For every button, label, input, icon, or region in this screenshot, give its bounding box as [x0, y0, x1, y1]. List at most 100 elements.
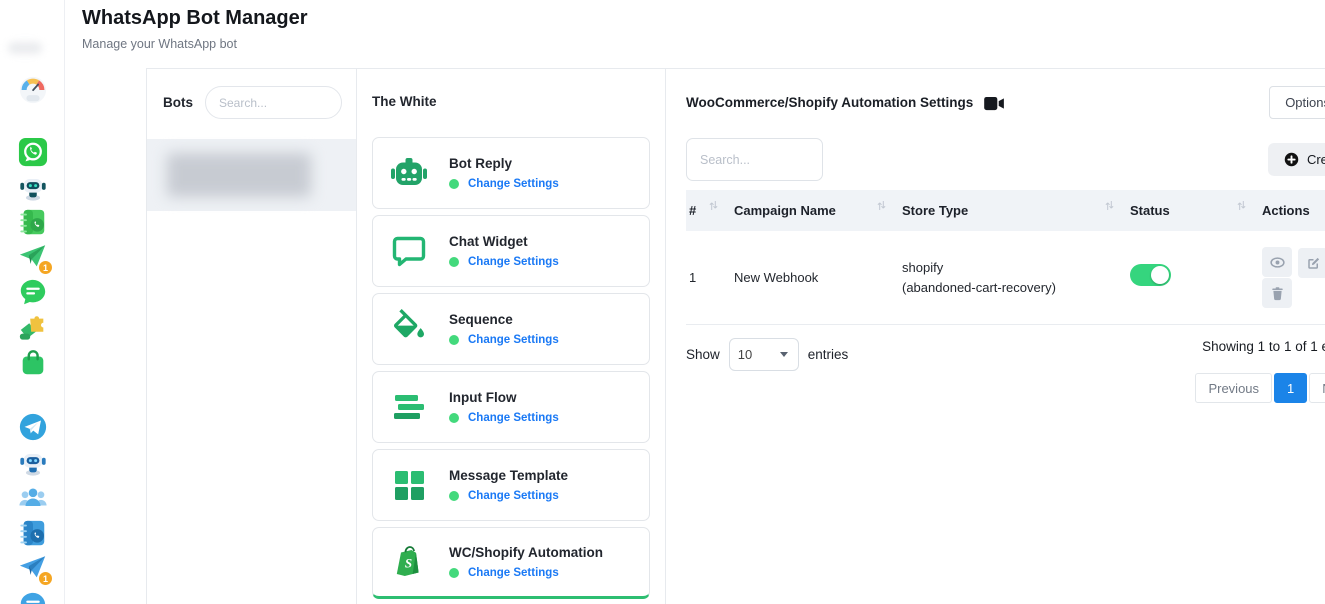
- change-settings-link[interactable]: Change Settings: [468, 490, 559, 502]
- sort-icon[interactable]: [1237, 199, 1246, 214]
- chat-bubble-blue-icon[interactable]: [18, 590, 48, 604]
- shopify-icon: S: [389, 542, 429, 582]
- bot-menu-card-message-template[interactable]: Message Template Change Settings: [372, 449, 650, 521]
- entries-info: Showing 1 to 1 of 1 entries: [1195, 339, 1325, 354]
- page-1-button[interactable]: 1: [1274, 373, 1307, 403]
- cell-actions: [1254, 231, 1325, 325]
- menu-card-title: WC/Shopify Automation: [449, 545, 603, 560]
- edit-button[interactable]: [1298, 248, 1325, 278]
- toggle-knob: [1151, 266, 1169, 284]
- contacts-book-green-icon[interactable]: [18, 207, 48, 237]
- cell-status: [1122, 231, 1254, 325]
- blurred-bot-name: [167, 153, 311, 197]
- table-row: 1New Webhookshopify(abandoned-cart-recov…: [686, 231, 1325, 325]
- campaign-search-input[interactable]: [686, 138, 823, 181]
- change-settings-link[interactable]: Change Settings: [468, 178, 559, 190]
- notification-badge: 1: [38, 571, 53, 586]
- next-page-button[interactable]: Next: [1309, 373, 1325, 403]
- column-header-status[interactable]: Status: [1122, 190, 1254, 231]
- menu-card-title: Bot Reply: [449, 156, 559, 171]
- page-subtitle: Manage your WhatsApp bot: [82, 37, 1325, 51]
- bots-search-input[interactable]: [205, 86, 342, 119]
- status-dot-icon: [449, 491, 459, 501]
- app-sidebar: 11: [0, 0, 65, 604]
- options-button[interactable]: Options: [1269, 86, 1325, 119]
- view-button[interactable]: [1262, 247, 1292, 277]
- column-header-campaign-name[interactable]: Campaign Name: [726, 190, 894, 231]
- column-header-store-type[interactable]: Store Type: [894, 190, 1122, 231]
- send-campaign-green-icon[interactable]: 1: [18, 242, 48, 272]
- bot-name-heading: The White: [372, 94, 650, 109]
- main-content: WhatsApp Bot Manager Manage your WhatsAp…: [65, 0, 1325, 604]
- trash-icon: [1270, 286, 1285, 301]
- cell-store-type: shopify(abandoned-cart-recovery): [894, 231, 1122, 325]
- menu-card-title: Input Flow: [449, 390, 559, 405]
- column-header-actions: Actions: [1254, 190, 1325, 231]
- bot-reply-icon: [389, 153, 429, 193]
- page-title: WhatsApp Bot Manager: [82, 7, 1325, 30]
- cell-row-number: 1: [686, 231, 726, 325]
- chat-bubble-green-icon[interactable]: [18, 277, 48, 307]
- bot-teal-icon[interactable]: [18, 172, 48, 202]
- bot-menu-card-input-flow[interactable]: Input Flow Change Settings: [372, 371, 650, 443]
- input-flow-icon: [389, 387, 429, 427]
- notification-badge: 1: [38, 260, 53, 275]
- eye-icon: [1269, 254, 1286, 271]
- page-size-select[interactable]: 10: [729, 338, 799, 371]
- create-button[interactable]: Create: [1268, 143, 1325, 176]
- create-button-label: Create: [1307, 152, 1325, 167]
- bots-label: Bots: [163, 95, 193, 110]
- chat-widget-icon: [389, 231, 429, 271]
- options-button-label: Options: [1285, 95, 1325, 110]
- blurred-workspace-logo: [8, 42, 42, 54]
- bot-blue-icon[interactable]: [18, 447, 48, 477]
- status-dot-icon: [449, 568, 459, 578]
- sort-icon[interactable]: [1105, 199, 1114, 214]
- cell-campaign-name: New Webhook: [726, 231, 894, 325]
- bot-menu-column: The White Bot ReplyChange SettingsChat W…: [357, 69, 666, 604]
- sequence-icon: [389, 309, 429, 349]
- show-label: Show: [686, 347, 720, 362]
- menu-card-title: Sequence: [449, 312, 559, 327]
- status-toggle[interactable]: [1130, 264, 1171, 286]
- status-dot-icon: [449, 413, 459, 423]
- bot-menu-card-chat-widget[interactable]: Chat Widget Change Settings: [372, 215, 650, 287]
- integration-green-icon[interactable]: [18, 312, 48, 342]
- dashboard-gauge-icon[interactable]: [18, 75, 48, 105]
- bots-column: Bots: [147, 69, 357, 604]
- bot-menu-card-wc-shopify-automation[interactable]: S WC/Shopify Automation Change Settings: [372, 527, 650, 599]
- entries-label: entries: [808, 347, 849, 362]
- status-dot-icon: [449, 335, 459, 345]
- contacts-book-blue-icon[interactable]: [18, 518, 48, 548]
- change-settings-link[interactable]: Change Settings: [468, 334, 559, 346]
- status-dot-icon: [449, 179, 459, 189]
- bot-menu-card-sequence[interactable]: Sequence Change Settings: [372, 293, 650, 365]
- campaigns-table: #Campaign NameStore TypeStatusActions 1N…: [686, 190, 1325, 325]
- plus-circle-icon: [1284, 152, 1299, 167]
- delete-button[interactable]: [1262, 278, 1292, 308]
- sort-icon[interactable]: [709, 199, 718, 214]
- bot-list-item[interactable]: [147, 139, 356, 211]
- video-camera-icon[interactable]: [984, 86, 1005, 116]
- edit-icon: [1306, 256, 1321, 271]
- change-settings-link[interactable]: Change Settings: [468, 567, 559, 579]
- automation-settings-title: WooCommerce/Shopify Automation Settings: [686, 86, 973, 110]
- pagination: Previous 1 Next: [1195, 373, 1325, 403]
- shop-bag-green-icon[interactable]: [18, 348, 48, 378]
- bot-menu-card-bot-reply[interactable]: Bot Reply Change Settings: [372, 137, 650, 209]
- change-settings-link[interactable]: Change Settings: [468, 256, 559, 268]
- whatsapp-icon[interactable]: [18, 137, 48, 167]
- telegram-icon[interactable]: [18, 412, 48, 442]
- automation-settings-column: WooCommerce/Shopify Automation Settings …: [666, 69, 1325, 604]
- bot-manager-panel: Bots The White Bot ReplyChange SettingsC…: [146, 68, 1325, 604]
- svg-text:S: S: [405, 556, 412, 571]
- change-settings-link[interactable]: Change Settings: [468, 412, 559, 424]
- previous-page-button[interactable]: Previous: [1195, 373, 1272, 403]
- send-campaign-blue-icon[interactable]: 1: [18, 553, 48, 583]
- message-template-icon: [389, 465, 429, 505]
- group-blue-icon[interactable]: [18, 483, 48, 513]
- menu-card-title: Chat Widget: [449, 234, 559, 249]
- sort-icon[interactable]: [877, 199, 886, 214]
- menu-card-title: Message Template: [449, 468, 568, 483]
- column-header--[interactable]: #: [686, 190, 726, 231]
